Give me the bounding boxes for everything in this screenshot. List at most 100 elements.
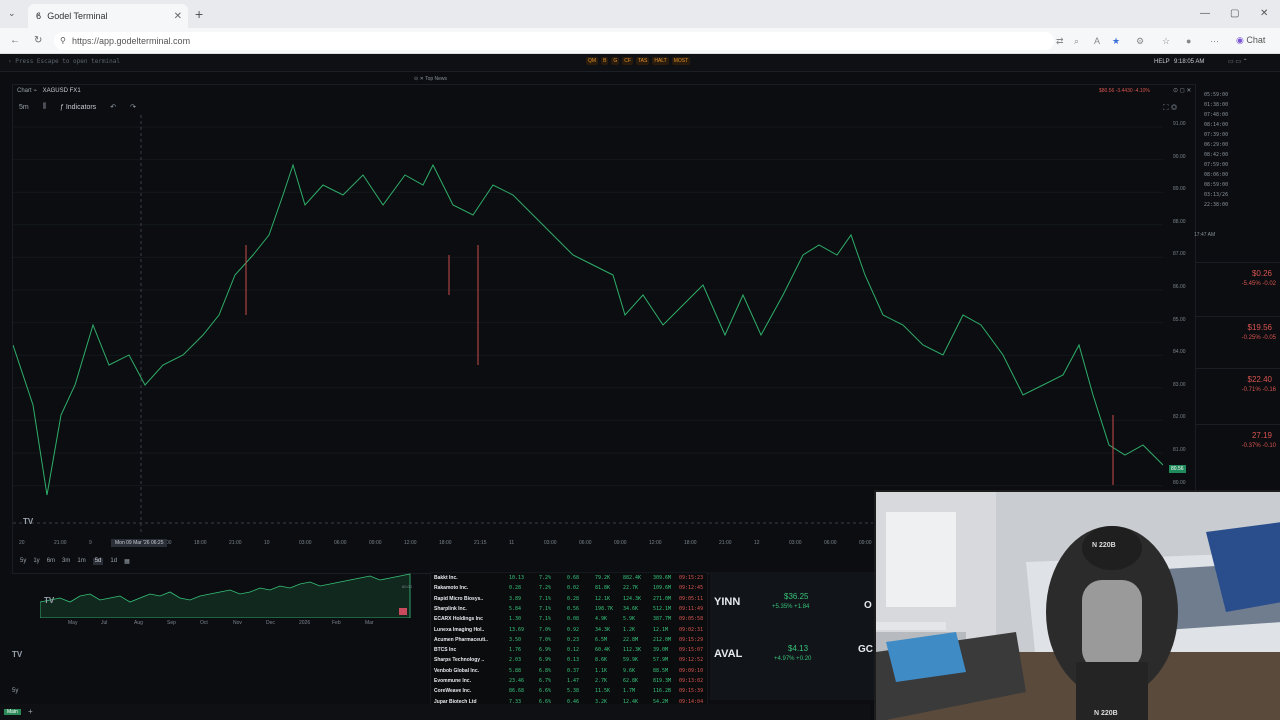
- screener-row[interactable]: Sharps Technology .. 2.03 6.9% 0.13 8.6K 59.9…: [431, 657, 709, 667]
- screener-cell: 0.68: [567, 575, 580, 581]
- price-chart[interactable]: [13, 115, 1163, 535]
- screener-row[interactable]: Bakkt Inc. 10.13 7.2% 0.68 79.2K 882.4K 309.6M…: [431, 575, 709, 585]
- back-icon[interactable]: ←: [10, 35, 20, 46]
- command-hint[interactable]: › Press Escape to open terminal: [8, 58, 120, 65]
- alert-time[interactable]: 03:13/26: [1204, 192, 1228, 198]
- alert-time[interactable]: 22:38:00: [1204, 202, 1228, 208]
- screener-row[interactable]: BTCS Inc 1.76 6.9% 0.12 60.4K 112.3K 39.0M 09:1…: [431, 647, 709, 657]
- alert-time[interactable]: 08:06:00: [1204, 172, 1228, 178]
- ticker-card[interactable]: YINN $36.25 +5.35% +1.84: [710, 572, 860, 632]
- alert-time[interactable]: 08:14:00: [1204, 122, 1228, 128]
- translate-icon[interactable]: ⇄: [1056, 36, 1064, 47]
- screener-cell: 7.0%: [539, 636, 552, 643]
- site-info-icon[interactable]: ⚲: [60, 32, 66, 50]
- top-news-tab[interactable]: ⊙ ✕ Top News: [414, 76, 447, 82]
- range-1m[interactable]: 1m: [77, 558, 85, 565]
- range-6m[interactable]: 6m: [47, 558, 55, 565]
- panel-controls-icon[interactable]: ▭ ▭ ⌃: [1228, 58, 1248, 65]
- extensions-icon[interactable]: ⚙: [1136, 36, 1144, 47]
- undo-icon[interactable]: ↶: [110, 103, 116, 111]
- workspace-badge[interactable]: Main: [4, 709, 21, 715]
- browser-tab[interactable]: ϐ Godel Terminal ✕: [28, 4, 188, 28]
- ticker-symbol: AVAL: [714, 648, 743, 660]
- screener-row[interactable]: Evommune Inc. 23.46 6.7% 1.47 2.7K 62.8K 819.3…: [431, 678, 709, 688]
- fn-key-cf[interactable]: CF: [622, 57, 633, 65]
- watchlist-item[interactable]: $22.40 -0.71% -0.16: [1196, 368, 1280, 418]
- lower-range-5y[interactable]: 5y: [12, 688, 18, 694]
- fn-key-most[interactable]: MOST: [671, 57, 691, 65]
- chart-window-controls-icon[interactable]: ⊙ ◻ ✕: [1173, 87, 1191, 94]
- screener-row[interactable]: Sharplink Inc. 5.84 7.1% 0.56 198.7K 34.6K 512…: [431, 606, 709, 616]
- tradingview-logo-lower[interactable]: TV: [12, 650, 22, 659]
- maximize-icon[interactable]: ▢: [1230, 8, 1239, 19]
- chat-button[interactable]: ◉ Chat: [1236, 35, 1265, 46]
- add-workspace-icon[interactable]: +: [28, 707, 33, 716]
- alert-time[interactable]: 06:29:00: [1204, 142, 1228, 148]
- indicators-button[interactable]: ƒ Indicators: [60, 104, 96, 111]
- screener-row[interactable]: Rakamoto Inc. 0.28 7.2% 0.02 81.8K 22.7K 109.6…: [431, 585, 709, 595]
- more-menu-icon[interactable]: ⋯: [1210, 36, 1219, 47]
- mini-tradingview-logo[interactable]: TV: [44, 596, 54, 605]
- alert-time[interactable]: 07:48:00: [1204, 112, 1228, 118]
- redo-icon[interactable]: ↷: [130, 103, 136, 111]
- watchlist-item[interactable]: 27.19 -0.37% -0.10: [1196, 424, 1280, 474]
- screener-table: Bakkt Inc. 10.13 7.2% 0.68 79.2K 882.4K 309.6M…: [430, 572, 708, 706]
- alert-time[interactable]: 08:42:00: [1204, 152, 1228, 158]
- profile-avatar-icon[interactable]: ●: [1186, 36, 1191, 46]
- fn-key-halt[interactable]: HALT: [652, 57, 669, 65]
- chair-logo-top: N 220B: [1092, 542, 1116, 549]
- screener-row[interactable]: Acumen Pharmaceuti.. 3.50 7.0% 0.23 6.5M 22.8…: [431, 637, 709, 647]
- range-1d[interactable]: 1d: [110, 558, 117, 565]
- url-input[interactable]: ⚲ https://app.godelterminal.com: [54, 32, 1054, 50]
- watchlist-change: -0.71% -0.16: [1241, 387, 1276, 393]
- alert-time[interactable]: 07:59:00: [1204, 162, 1228, 168]
- help-button[interactable]: HELP: [1154, 59, 1170, 65]
- bookmark-star-icon[interactable]: ★: [1112, 36, 1120, 47]
- screener-row[interactable]: CoreWeave Inc. 86.68 6.6% 5.38 11.5K 1.7M 116.…: [431, 688, 709, 698]
- ticker-card[interactable]: AVAL $4.13 +4.97% +0.20: [710, 632, 860, 692]
- calendar-icon[interactable]: ▦: [124, 558, 130, 565]
- range-5d[interactable]: 5d: [92, 558, 104, 565]
- tab-search-icon[interactable]: ⌄: [8, 8, 16, 19]
- zoom-icon[interactable]: ⌕: [1074, 36, 1079, 47]
- fn-key-qm[interactable]: QM: [586, 57, 599, 65]
- watchlist-item[interactable]: $19.56 -0.25% -0.05: [1196, 316, 1280, 366]
- tradingview-logo[interactable]: TV: [23, 517, 33, 526]
- screener-cell: 6.7%: [539, 678, 552, 684]
- screener-row[interactable]: Rapid Micro Biosys.. 3.89 7.1% 0.28 12.1K 124…: [431, 596, 709, 606]
- reader-icon[interactable]: A: [1094, 36, 1100, 46]
- ticker-price: $4.13: [788, 644, 809, 653]
- favorites-icon[interactable]: ☆: [1162, 36, 1170, 47]
- mini-month-label: Mar: [365, 620, 374, 626]
- fn-key-g[interactable]: G: [611, 57, 620, 65]
- ticker-partial[interactable]: GC: [858, 644, 873, 655]
- chart-tools-icons[interactable]: ⛶ ◎: [1163, 103, 1177, 113]
- range-5y[interactable]: 5y: [20, 558, 26, 565]
- close-window-icon[interactable]: ✕: [1260, 8, 1268, 19]
- alert-time[interactable]: 05:59:00: [1204, 92, 1228, 98]
- ticker-partial[interactable]: O: [864, 600, 872, 611]
- range-3m[interactable]: 3m: [62, 558, 70, 565]
- screener-cell: 10.13: [509, 575, 525, 581]
- price-tick: 84.00: [1173, 349, 1186, 356]
- alert-time[interactable]: 01:38:00: [1204, 102, 1228, 108]
- screener-row[interactable]: Venbob Global Inc. 5.88 6.8% 0.37 1.1K 9.6K 88…: [431, 668, 709, 678]
- tab-close-icon[interactable]: ✕: [174, 11, 182, 22]
- link-icon[interactable]: ⌁: [33, 88, 37, 94]
- interval-selector[interactable]: 5m: [19, 104, 29, 111]
- new-tab-button[interactable]: +: [195, 6, 203, 22]
- alert-time[interactable]: 07:39:00: [1204, 132, 1228, 138]
- mini-chart[interactable]: [40, 572, 420, 618]
- screener-cell: 13.69: [509, 626, 525, 633]
- screener-row[interactable]: ECARX Holdings Inc 1.30 7.1% 0.08 4.9K 5.9K 38…: [431, 616, 709, 626]
- minimize-icon[interactable]: —: [1200, 8, 1210, 19]
- chart-symbol[interactable]: XAGUSD FX1: [43, 88, 81, 94]
- alert-time[interactable]: 08:59:00: [1204, 182, 1228, 188]
- fn-key-tas[interactable]: TAS: [635, 57, 650, 65]
- range-1y[interactable]: 1y: [33, 558, 39, 565]
- reload-icon[interactable]: ↻: [34, 35, 42, 46]
- screener-row[interactable]: Lunexa Imaging Hol.. 13.69 7.0% 0.92 34.3K 1.…: [431, 627, 709, 637]
- watchlist-item[interactable]: $0.26 -5.45% -0.02: [1196, 262, 1280, 312]
- fn-key-b[interactable]: B: [601, 57, 609, 65]
- candle-type-icon[interactable]: ⫼: [43, 103, 46, 111]
